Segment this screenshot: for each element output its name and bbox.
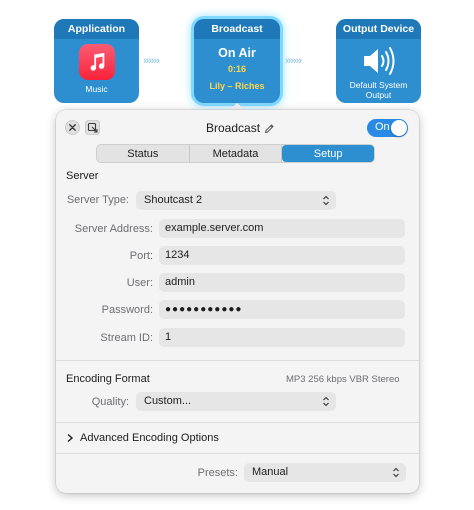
presets-label: Presets: xyxy=(197,467,238,479)
server-heading: Server xyxy=(66,170,99,182)
close-icon xyxy=(65,120,80,135)
encoding-summary: MP3 256 kbps VBR Stereo xyxy=(286,374,400,385)
edit-pencil-icon[interactable] xyxy=(264,121,275,139)
broadcast-time: 0:16 xyxy=(227,64,246,74)
stream-id-label: Stream ID: xyxy=(100,332,153,344)
password-label: Password: xyxy=(101,304,153,316)
quality-value: Custom... xyxy=(144,395,192,407)
quality-select[interactable]: Custom... xyxy=(136,392,336,411)
updown-chevron-icon xyxy=(393,467,399,478)
panel-title: Broadcast xyxy=(206,121,261,135)
detach-window-icon xyxy=(85,120,100,135)
broadcast-settings-panel: Broadcast On Status Metadata Setup Serve… xyxy=(56,110,419,493)
advanced-encoding-label: Advanced Encoding Options xyxy=(80,432,219,444)
on-air-toggle[interactable]: On xyxy=(367,119,408,137)
server-address-field[interactable]: example.server.com xyxy=(159,219,405,238)
application-title: Application xyxy=(54,19,139,39)
user-label: User: xyxy=(126,277,153,289)
tab-bar: Status Metadata Setup xyxy=(96,144,375,163)
server-type-select[interactable]: Shoutcast 2 xyxy=(136,191,336,210)
tab-metadata[interactable]: Metadata xyxy=(190,145,283,162)
port-field[interactable]: 1234 xyxy=(159,246,405,265)
broadcast-title: Broadcast xyxy=(194,19,280,39)
tab-status[interactable]: Status xyxy=(97,145,190,162)
divider xyxy=(56,422,419,423)
connector-chevrons-right: ›››››› xyxy=(285,55,302,67)
quality-label: Quality: xyxy=(91,396,129,408)
close-button[interactable] xyxy=(65,120,80,135)
output-device-name-line2: Output xyxy=(365,90,392,100)
toggle-knob xyxy=(391,120,407,136)
broadcast-status: On Air xyxy=(218,46,256,60)
user-field[interactable]: admin xyxy=(159,273,405,292)
presets-select[interactable]: Manual xyxy=(244,463,406,482)
output-device-node[interactable]: Output Device Default System Output xyxy=(336,19,421,103)
broadcast-track: Lily – Riches xyxy=(209,81,265,91)
speaker-icon xyxy=(336,44,421,78)
application-name: Music xyxy=(85,84,108,94)
server-type-value: Shoutcast 2 xyxy=(144,194,203,206)
output-device-name-line1: Default System xyxy=(349,80,408,90)
connector-chevrons-left: ›››››› xyxy=(143,55,160,67)
output-device-title: Output Device xyxy=(336,19,421,39)
server-address-label: Server Address: xyxy=(74,223,153,235)
divider xyxy=(56,453,419,454)
password-field[interactable]: ●●●●●●●●●●● xyxy=(159,300,405,319)
application-node[interactable]: Application Music xyxy=(54,19,139,103)
advanced-encoding-disclosure[interactable]: Advanced Encoding Options xyxy=(66,430,219,446)
tab-setup[interactable]: Setup xyxy=(282,145,375,162)
stream-id-field[interactable]: 1 xyxy=(159,328,405,347)
port-label: Port: xyxy=(129,250,153,262)
music-app-icon xyxy=(78,44,115,80)
toggle-label: On xyxy=(375,121,390,133)
broadcast-node[interactable]: Broadcast On Air 0:16 Lily – Riches xyxy=(194,19,280,103)
updown-chevron-icon xyxy=(323,195,329,206)
detach-window-button[interactable] xyxy=(85,120,100,135)
encoding-format-heading: Encoding Format xyxy=(66,373,150,385)
divider xyxy=(56,360,419,361)
presets-value: Manual xyxy=(252,466,289,478)
chevron-right-icon xyxy=(67,433,74,443)
server-type-label: Server Type: xyxy=(66,194,129,206)
updown-chevron-icon xyxy=(323,396,329,407)
